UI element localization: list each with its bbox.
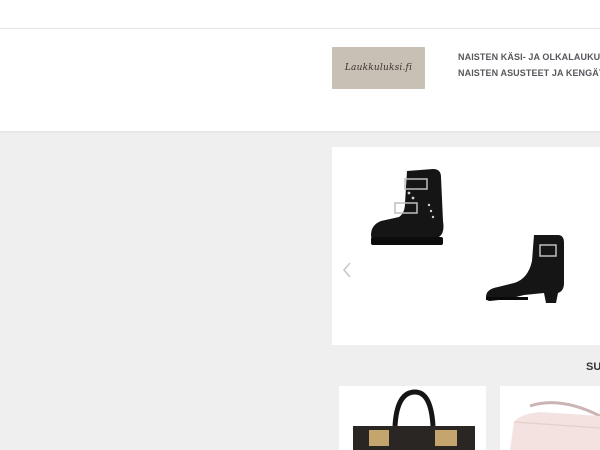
pink-bag-image [510,401,600,450]
nav-item-handbags[interactable]: NAISTEN KÄSI- JA OLKALAUKUT [458,49,600,65]
ankle-boot-buckles-image[interactable] [369,165,453,247]
main-nav: NAISTEN KÄSI- JA OLKALAUKUT NAISTEN ASUS… [458,49,600,81]
black-handbag-image [353,389,475,450]
logo-text: Laukkuluksi.fi [344,63,413,73]
section-title: SU [586,361,600,373]
site-header: Laukkuluksi.fi NAISTEN KÄSI- JA OLKALAUK… [0,29,600,131]
site-logo[interactable]: Laukkuluksi.fi [332,47,425,89]
nav-item-accessories-shoes[interactable]: NAISTEN ASUSTEET JA KENGÄT [458,65,600,81]
product-slider [332,147,600,345]
heeled-ankle-boot-image[interactable] [484,231,568,307]
chevron-left-icon[interactable] [339,259,355,281]
product-card[interactable] [500,386,600,450]
product-card[interactable] [339,386,486,450]
top-bar [0,0,600,29]
